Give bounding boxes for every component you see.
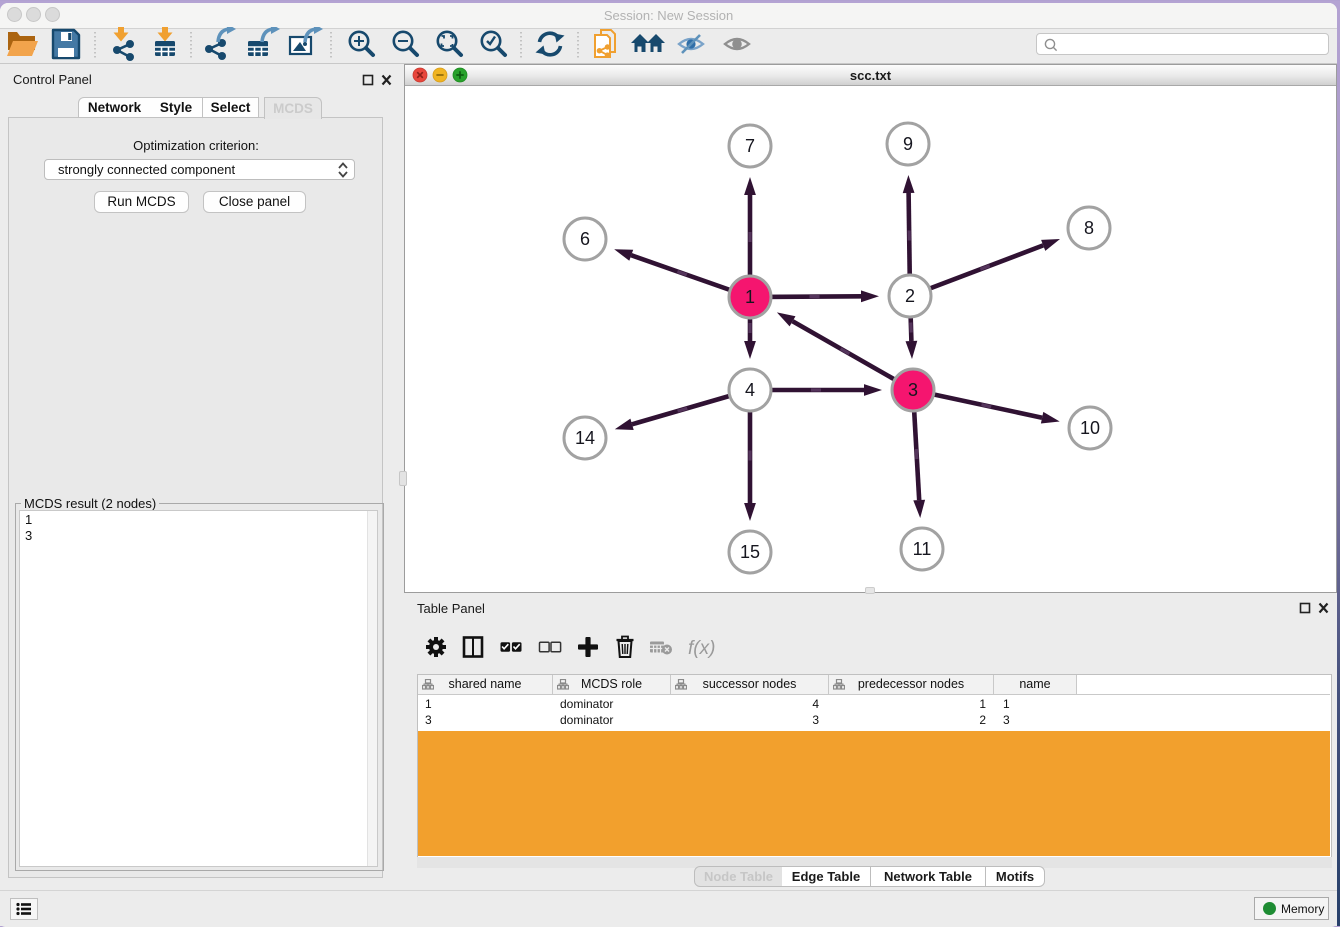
svg-text:6: 6 xyxy=(580,229,590,249)
svg-text:11: 11 xyxy=(913,539,932,559)
svg-text:4: 4 xyxy=(745,380,755,400)
svg-text:3: 3 xyxy=(908,380,918,400)
svg-text:7: 7 xyxy=(745,136,755,156)
svg-text:15: 15 xyxy=(740,542,760,562)
svg-text:10: 10 xyxy=(1080,418,1100,438)
svg-text:14: 14 xyxy=(575,428,595,448)
svg-text:f(x): f(x) xyxy=(688,638,715,659)
svg-text:2: 2 xyxy=(905,286,915,306)
svg-text:1: 1 xyxy=(745,287,755,307)
svg-text:9: 9 xyxy=(903,134,913,154)
svg-text:8: 8 xyxy=(1084,218,1094,238)
